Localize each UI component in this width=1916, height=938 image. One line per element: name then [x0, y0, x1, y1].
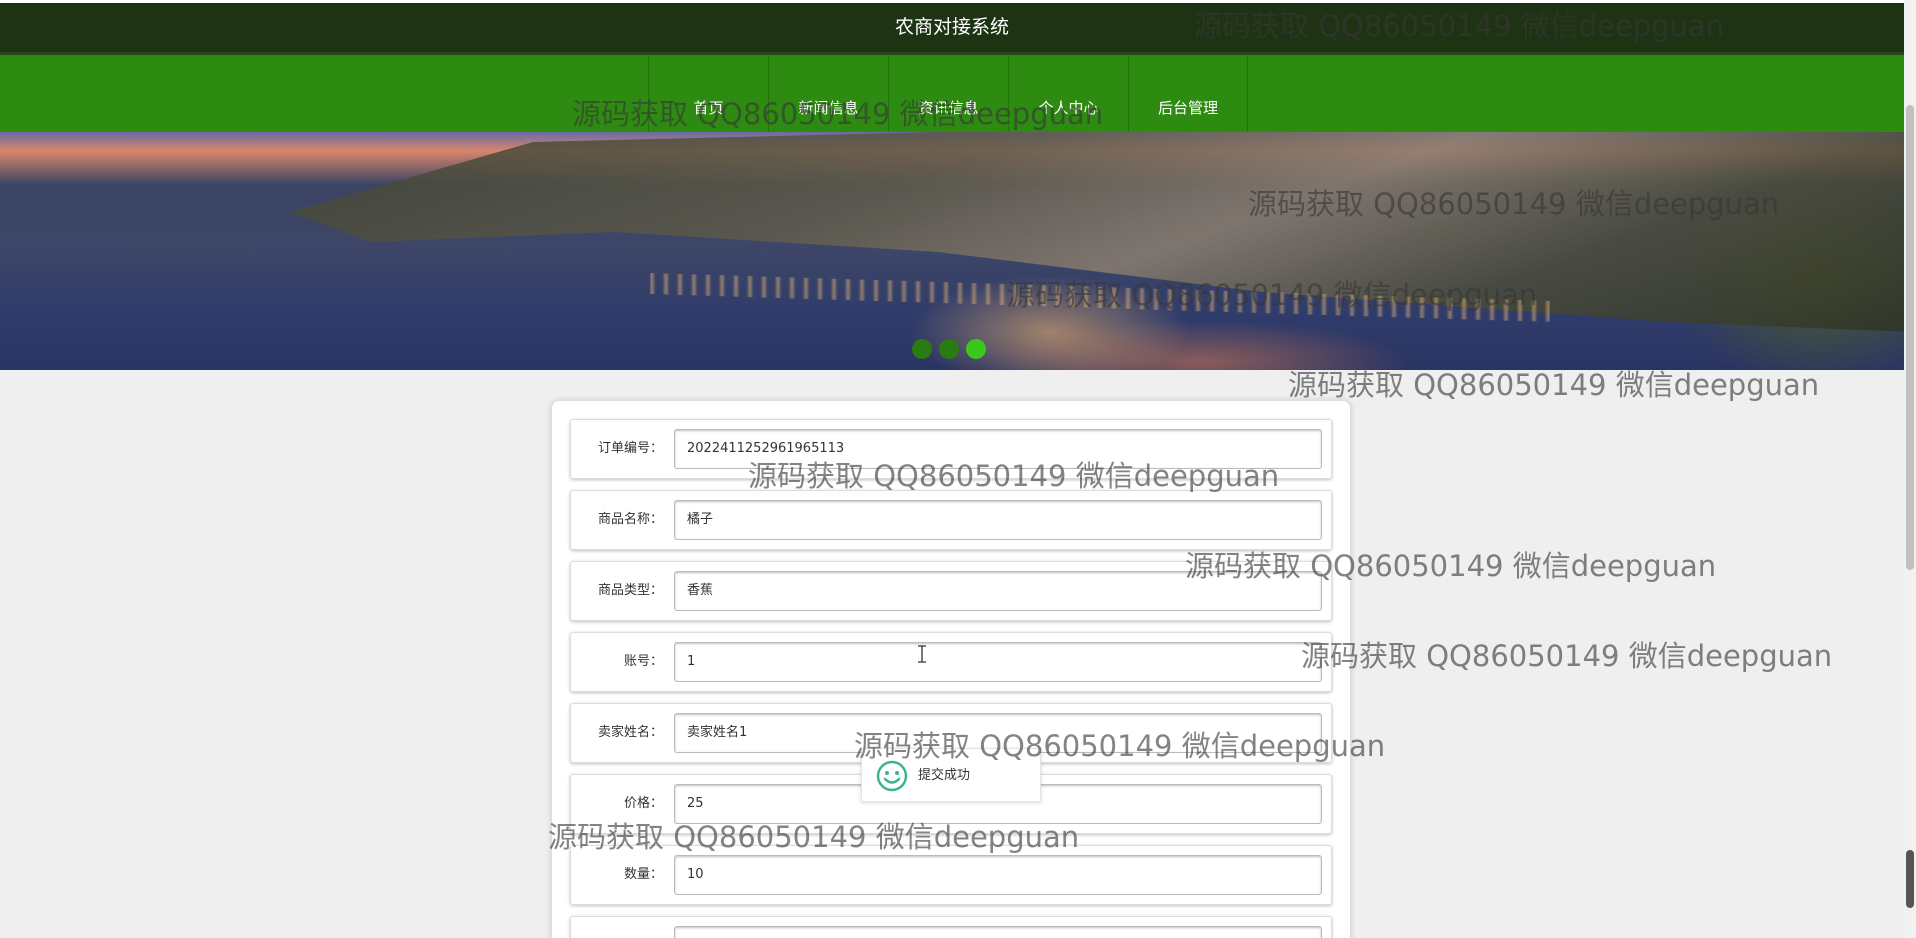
- form-row-partial: [570, 916, 1332, 938]
- quantity-label: 数量：: [623, 867, 663, 882]
- site-title: 农商对接系统: [894, 16, 1009, 38]
- scrollbar-thumb[interactable]: [1906, 105, 1914, 570]
- product-type-input[interactable]: 香蕉: [674, 571, 1322, 611]
- carousel-dot-3[interactable]: [966, 339, 986, 359]
- partial-label: [571, 917, 663, 938]
- carousel-dot-2[interactable]: [939, 339, 959, 359]
- nav-list: 首页 新闻信息 资讯信息 个人中心 后台管理: [648, 55, 1248, 132]
- price-label: 价格：: [623, 796, 663, 811]
- product-name-input[interactable]: 橘子: [674, 500, 1322, 540]
- product-name-label: 商品名称：: [597, 512, 663, 527]
- form-row-order-number: 订单编号： 2022411252961965113: [570, 419, 1332, 479]
- hero-banner: [0, 132, 1904, 370]
- nav-item-profile[interactable]: 个人中心: [1008, 55, 1128, 132]
- nav-item-info[interactable]: 资讯信息: [888, 55, 1008, 132]
- form-row-product-type: 商品类型： 香蕉: [570, 561, 1332, 621]
- page-scrollbar[interactable]: [1904, 0, 1916, 938]
- order-number-label: 订单编号：: [597, 441, 663, 456]
- site-header: 农商对接系统: [0, 3, 1904, 55]
- text-cursor-icon: [918, 645, 926, 663]
- seller-name-input[interactable]: 卖家姓名1: [674, 713, 1322, 753]
- carousel-dot-1[interactable]: [912, 339, 932, 359]
- account-label: 账号：: [623, 654, 663, 669]
- partial-input[interactable]: [674, 926, 1322, 938]
- seller-name-label: 卖家姓名：: [597, 725, 663, 740]
- nav-item-admin[interactable]: 后台管理: [1128, 55, 1248, 132]
- nav-item-news[interactable]: 新闻信息: [768, 55, 888, 132]
- nav-item-home[interactable]: 首页: [648, 55, 768, 132]
- success-toast: 提交成功: [861, 748, 1041, 802]
- form-row-account: 账号： 1: [570, 632, 1332, 692]
- toast-message: 提交成功: [918, 768, 971, 783]
- account-input[interactable]: 1: [674, 642, 1322, 682]
- smile-icon: [876, 760, 908, 792]
- product-type-label: 商品类型：: [597, 583, 663, 598]
- scrollbar-thumb-secondary[interactable]: [1906, 850, 1914, 908]
- form-row-product-name: 商品名称： 橘子: [570, 490, 1332, 550]
- order-number-input[interactable]: 2022411252961965113: [674, 429, 1322, 469]
- quantity-input[interactable]: 10: [674, 855, 1322, 895]
- carousel-indicators: [912, 339, 986, 359]
- main-nav: 首页 新闻信息 资讯信息 个人中心 后台管理: [0, 55, 1904, 132]
- watermark: 源码获取 QQ86050149 微信deepguan: [1301, 639, 1833, 673]
- form-row-quantity: 数量： 10: [570, 845, 1332, 905]
